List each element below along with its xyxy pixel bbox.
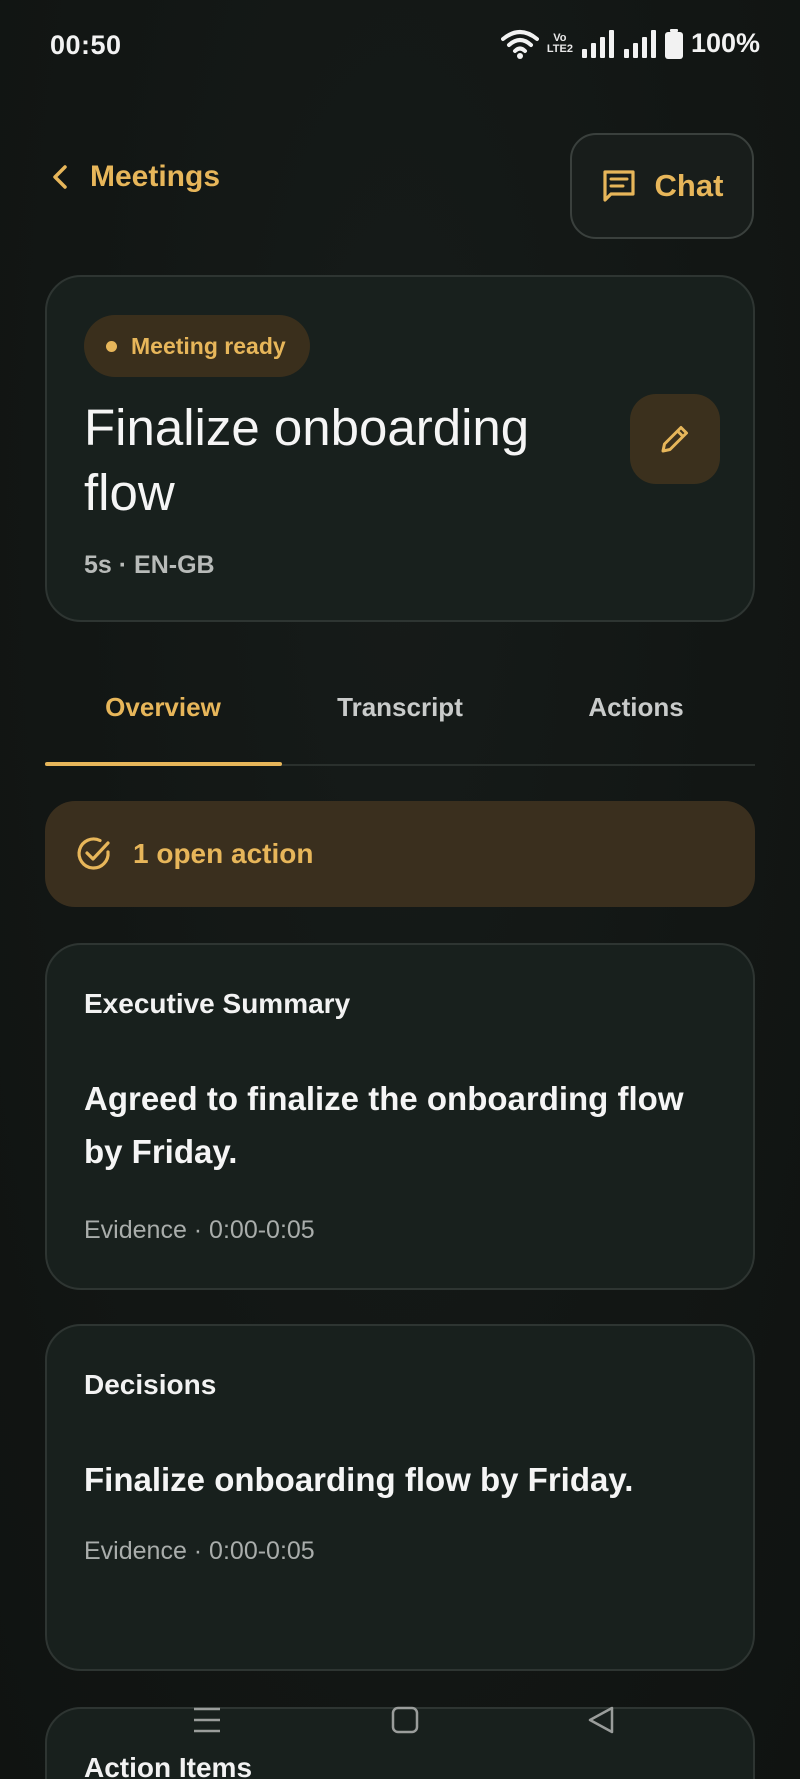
- section-title: Decisions: [84, 1369, 217, 1400]
- chat-label: Chat: [654, 168, 724, 203]
- meeting-card: Meeting ready Finalize onboarding flow 5…: [45, 275, 755, 622]
- battery-icon: [664, 28, 683, 59]
- status-icons: Vo LTE2 100%: [500, 28, 760, 59]
- summary-evidence-link[interactable]: Evidence · 0:00-0:05: [84, 1216, 315, 1245]
- wifi-icon: [500, 29, 539, 59]
- meeting-meta: 5s · EN-GB: [84, 551, 215, 579]
- meeting-detail-screen: 00:50 Vo LTE2 100% Meetings Chat Meeting…: [0, 0, 800, 1779]
- volte-bottom-label: LTE2: [546, 42, 573, 55]
- open-actions-label: 1 open action: [133, 838, 314, 869]
- battery-percentage: 100%: [690, 28, 760, 58]
- check-circle-icon: [77, 837, 110, 870]
- chevron-left-icon: [53, 165, 67, 189]
- section-title: Action Items: [84, 1752, 253, 1779]
- volte-top-label: Vo: [553, 31, 567, 44]
- tab-actions[interactable]: Actions: [518, 692, 754, 723]
- decision-text: Finalize onboarding flow by Friday.: [84, 1461, 634, 1498]
- status-badge-label: Meeting ready: [131, 332, 286, 359]
- status-time: 00:50: [50, 30, 122, 60]
- signal-1-icon: [581, 29, 614, 58]
- signal-2-icon: [623, 29, 656, 58]
- section-title: Executive Summary: [84, 988, 351, 1019]
- tab-transcript[interactable]: Transcript: [282, 692, 518, 723]
- volte-indicator: Vo LTE2: [546, 31, 573, 55]
- back-label: Meetings: [90, 160, 221, 193]
- summary-text: Agreed to finalize the onboarding flow b…: [84, 1080, 684, 1170]
- executive-summary-card: Executive Summary Agreed to finalize the…: [45, 943, 755, 1290]
- chat-button[interactable]: Chat: [570, 133, 754, 239]
- edit-title-button[interactable]: [630, 394, 720, 484]
- back-to-meetings-button[interactable]: Meetings: [52, 160, 220, 194]
- triangle-back-icon[interactable]: [586, 1705, 616, 1735]
- decisions-card: Decisions Finalize onboarding flow by Fr…: [45, 1324, 755, 1671]
- pencil-icon: [661, 426, 688, 453]
- menu-icon[interactable]: [192, 1705, 222, 1735]
- status-bar: 00:50 Vo LTE2 100%: [0, 0, 800, 92]
- square-home-icon[interactable]: [390, 1705, 420, 1735]
- tab-overview[interactable]: Overview: [45, 692, 281, 723]
- tab-active-indicator: [45, 762, 282, 766]
- open-actions-banner[interactable]: 1 open action: [45, 801, 755, 907]
- decision-evidence-link[interactable]: Evidence · 0:00-0:05: [84, 1537, 315, 1566]
- status-dot-icon: [106, 340, 117, 352]
- chat-bubble-icon: [602, 170, 635, 202]
- page-title: Finalize onboarding flow: [84, 399, 530, 521]
- status-badge: Meeting ready: [84, 315, 310, 377]
- tab-bar: Overview Transcript Actions: [45, 670, 755, 766]
